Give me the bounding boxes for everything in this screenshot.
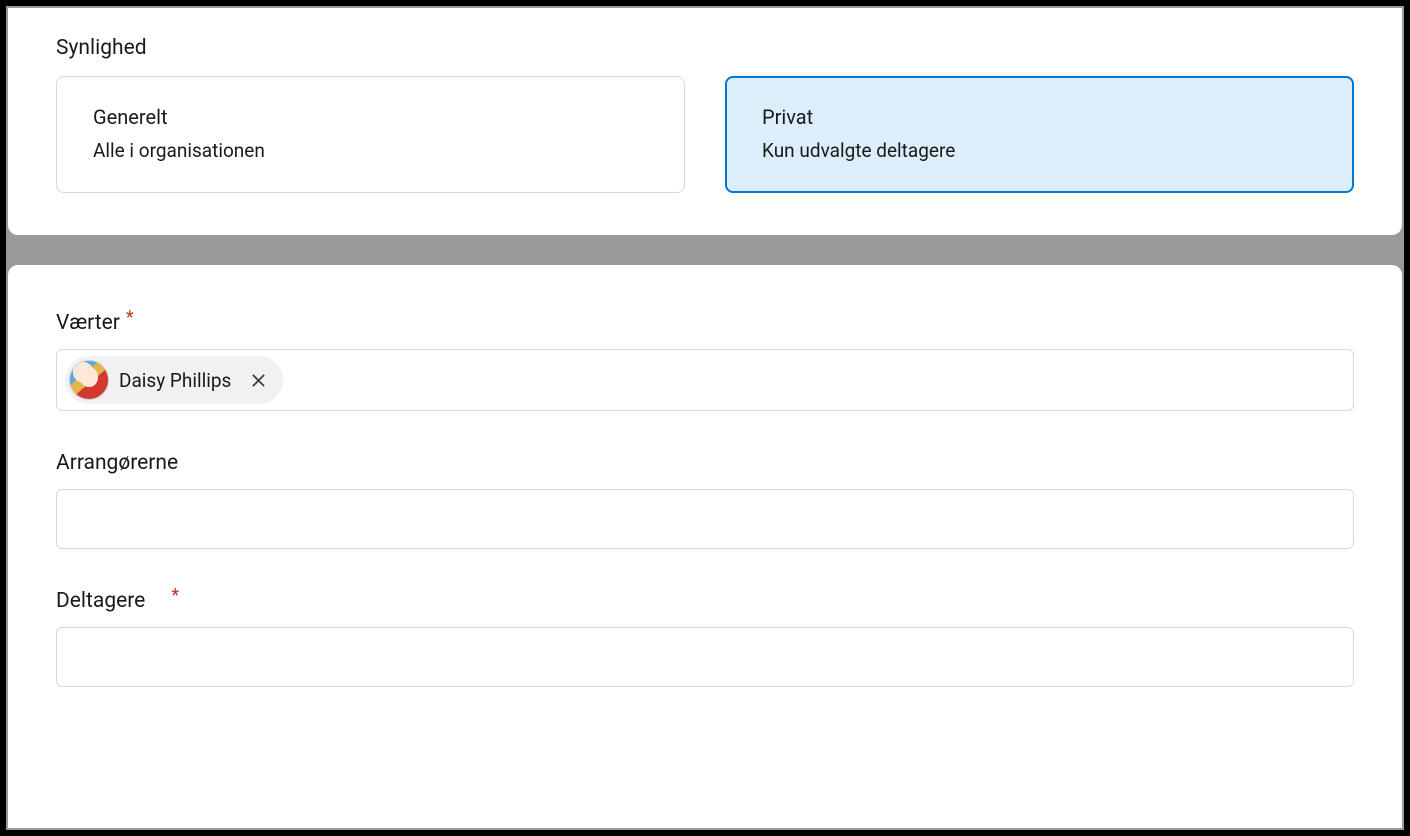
host-chip: Daisy Phillips	[65, 356, 283, 404]
visibility-option-private-desc: Kun udvalgte deltagere	[762, 139, 1317, 162]
organizers-field-group: Arrangørerne	[56, 451, 1354, 549]
hosts-field-group: Værter * Daisy Phillips	[56, 311, 1354, 411]
organizers-input[interactable]	[56, 489, 1354, 549]
close-icon[interactable]	[247, 369, 269, 391]
visibility-option-private-title: Privat	[762, 105, 1317, 129]
visibility-option-general[interactable]: Generelt Alle i organisationen	[56, 76, 685, 193]
hosts-label-text: Værter	[56, 311, 120, 335]
visibility-option-general-desc: Alle i organisationen	[93, 139, 648, 162]
visibility-heading: Synlighed	[56, 36, 1354, 60]
host-chip-name: Daisy Phillips	[119, 369, 231, 392]
participants-field-group: Deltagere *	[56, 589, 1354, 687]
people-section: Værter * Daisy Phillips	[8, 265, 1402, 828]
participants-label: Deltagere *	[56, 589, 1354, 613]
hosts-input[interactable]: Daisy Phillips	[56, 349, 1354, 411]
hosts-label: Værter *	[56, 311, 1354, 335]
organizers-label: Arrangørerne	[56, 451, 1354, 475]
organizers-label-text: Arrangørerne	[56, 451, 178, 475]
visibility-option-general-title: Generelt	[93, 105, 648, 129]
required-asterisk-icon: *	[171, 585, 179, 606]
visibility-option-private[interactable]: Privat Kun udvalgte deltagere	[725, 76, 1354, 193]
visibility-section: Synlighed Generelt Alle i organisationen…	[8, 8, 1402, 235]
required-asterisk-icon: *	[126, 307, 134, 328]
participants-input[interactable]	[56, 627, 1354, 687]
participants-label-text: Deltagere	[56, 589, 145, 613]
avatar	[69, 360, 109, 400]
visibility-options: Generelt Alle i organisationen Privat Ku…	[56, 76, 1354, 193]
